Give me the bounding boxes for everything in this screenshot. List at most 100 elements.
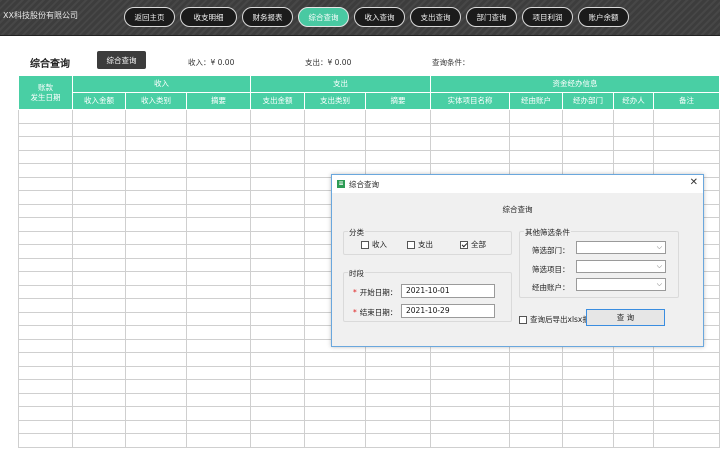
table-cell[interactable] [18,203,73,218]
table-cell[interactable] [509,433,563,448]
table-cell[interactable] [430,149,510,164]
table-cell[interactable] [18,365,73,380]
table-cell[interactable] [72,433,126,448]
table-cell[interactable] [304,392,366,407]
nav-income-query[interactable]: 收入查询 [354,7,405,27]
table-cell[interactable] [562,365,614,380]
table-cell[interactable] [18,176,73,191]
query-button[interactable]: 查 询 [586,309,665,326]
table-cell[interactable] [250,244,305,259]
table-cell[interactable] [186,325,251,340]
table-cell[interactable] [509,109,563,124]
table-cell[interactable] [509,136,563,151]
table-cell[interactable] [72,136,126,151]
table-cell[interactable] [125,217,187,232]
table-cell[interactable] [250,190,305,205]
table-cell[interactable] [125,244,187,259]
table-cell[interactable] [509,419,563,434]
table-cell[interactable] [125,365,187,380]
table-cell[interactable] [72,230,126,245]
table-cell[interactable] [18,217,73,232]
table-cell[interactable] [125,284,187,299]
table-cell[interactable] [250,352,305,367]
table-cell[interactable] [562,136,614,151]
table-cell[interactable] [365,136,431,151]
table-cell[interactable] [250,392,305,407]
table-cell[interactable] [250,136,305,151]
table-cell[interactable] [186,176,251,191]
income-checkbox-box[interactable] [361,240,369,249]
table-cell[interactable] [250,284,305,299]
table-cell[interactable] [186,284,251,299]
table-row[interactable] [18,149,720,164]
table-cell[interactable] [18,163,73,178]
table-cell[interactable] [125,176,187,191]
table-cell[interactable] [18,136,73,151]
nav-home[interactable]: 返回主页 [124,7,175,27]
table-cell[interactable] [430,122,510,137]
table-row[interactable] [18,392,720,407]
table-cell[interactable] [430,392,510,407]
table-cell[interactable] [186,338,251,353]
table-cell[interactable] [186,433,251,448]
table-cell[interactable] [18,406,73,421]
open-query-dialog-button[interactable]: 综合查询 [97,51,146,69]
export-checkbox-box[interactable] [519,315,527,324]
table-cell[interactable] [72,338,126,353]
table-cell[interactable] [186,122,251,137]
table-cell[interactable] [186,109,251,124]
project-select[interactable]: ⌵ [576,260,666,273]
table-cell[interactable] [250,163,305,178]
table-cell[interactable] [365,109,431,124]
table-cell[interactable] [125,406,187,421]
table-cell[interactable] [304,379,366,394]
table-cell[interactable] [72,406,126,421]
table-cell[interactable] [653,149,720,164]
end-date-input[interactable]: 2021-10-29 [401,304,495,318]
table-cell[interactable] [250,433,305,448]
table-cell[interactable] [18,122,73,137]
nav-project-profit[interactable]: 项目利润 [522,7,573,27]
table-cell[interactable] [72,203,126,218]
table-cell[interactable] [72,284,126,299]
table-cell[interactable] [72,109,126,124]
table-cell[interactable] [653,406,720,421]
table-cell[interactable] [430,406,510,421]
table-cell[interactable] [186,203,251,218]
table-cell[interactable] [613,392,654,407]
department-select[interactable]: ⌵ [576,241,666,254]
table-cell[interactable] [18,352,73,367]
table-cell[interactable] [430,419,510,434]
table-cell[interactable] [304,433,366,448]
table-cell[interactable] [250,406,305,421]
table-cell[interactable] [125,392,187,407]
table-cell[interactable] [72,244,126,259]
table-cell[interactable] [613,419,654,434]
table-cell[interactable] [18,392,73,407]
table-cell[interactable] [18,149,73,164]
table-cell[interactable] [613,136,654,151]
table-cell[interactable] [304,365,366,380]
table-cell[interactable] [125,122,187,137]
table-cell[interactable] [250,176,305,191]
table-cell[interactable] [125,298,187,313]
table-cell[interactable] [72,419,126,434]
table-cell[interactable] [186,392,251,407]
table-cell[interactable] [509,149,563,164]
table-cell[interactable] [509,406,563,421]
table-cell[interactable] [365,419,431,434]
table-row[interactable] [18,365,720,380]
table-cell[interactable] [18,325,73,340]
table-row[interactable] [18,109,720,124]
table-cell[interactable] [72,325,126,340]
table-cell[interactable] [653,352,720,367]
table-cell[interactable] [250,379,305,394]
table-cell[interactable] [653,109,720,124]
table-cell[interactable] [186,136,251,151]
table-row[interactable] [18,406,720,421]
table-cell[interactable] [125,419,187,434]
table-cell[interactable] [18,257,73,272]
table-cell[interactable] [186,311,251,326]
table-cell[interactable] [18,109,73,124]
table-cell[interactable] [186,149,251,164]
